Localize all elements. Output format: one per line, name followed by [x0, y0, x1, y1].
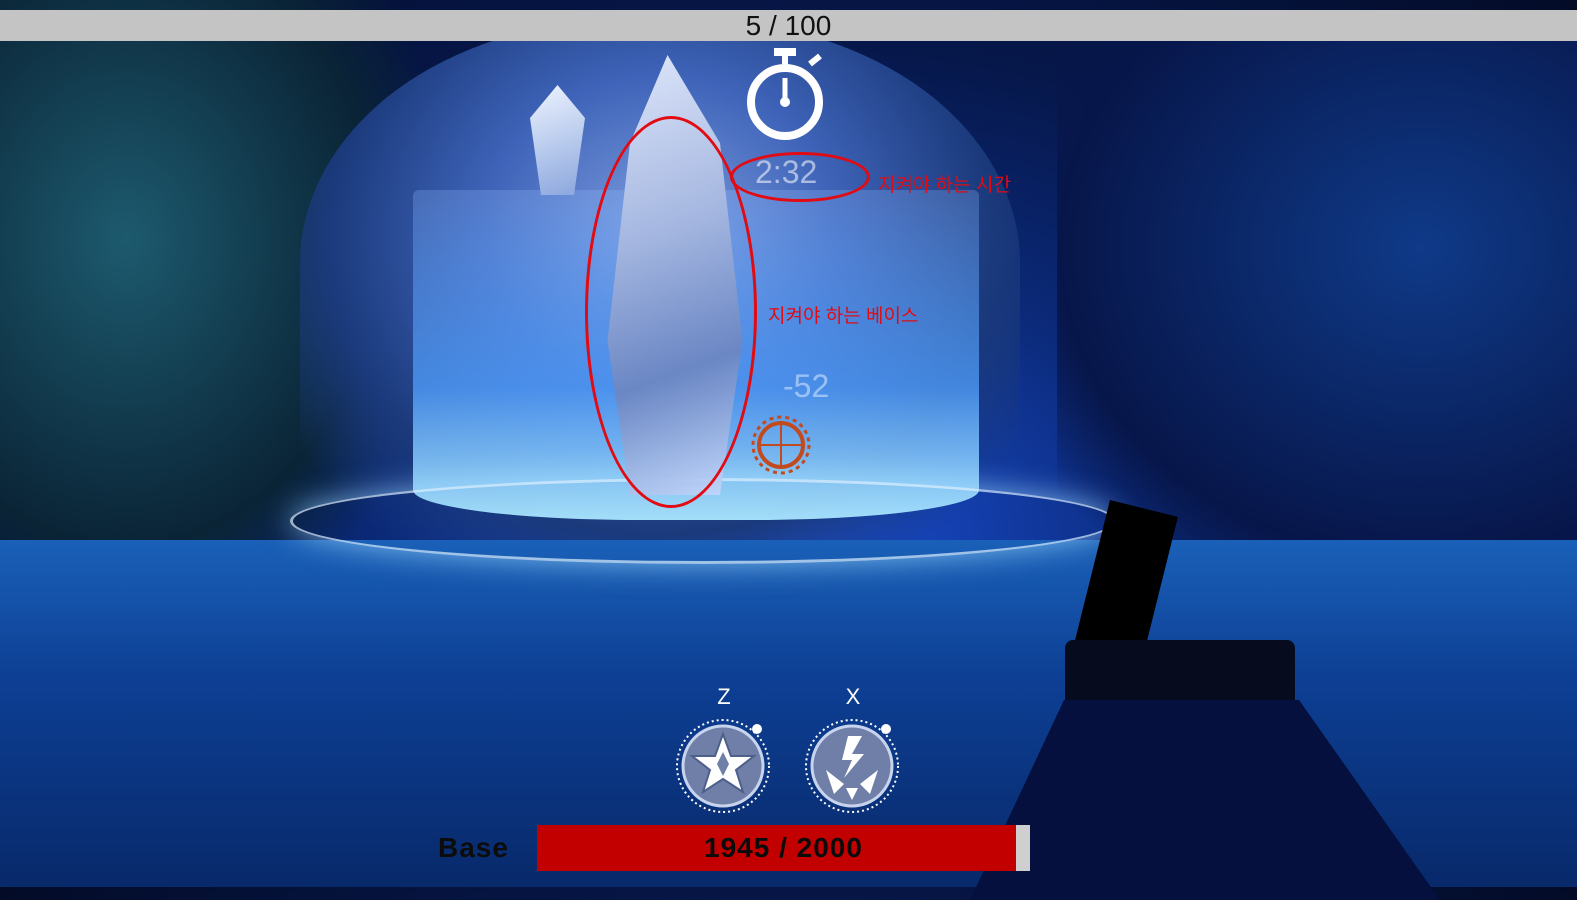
- annotation-time-ellipse: [730, 152, 870, 202]
- damage-number: -52: [783, 368, 830, 404]
- annotation-base-ellipse: [585, 116, 757, 508]
- stopwatch-icon: [747, 48, 823, 140]
- annotation-base-label: 지켜야 하는 베이스: [768, 306, 919, 327]
- weapon-grip: [970, 700, 1440, 900]
- skill-x-key: X: [845, 684, 861, 709]
- skill-z-button[interactable]: [675, 718, 771, 814]
- base-health-text: 1945 / 2000: [704, 832, 863, 863]
- base-health-bar: 1945 / 2000: [537, 825, 1030, 871]
- cave-wall-right: [1057, 40, 1577, 560]
- wave-counter: 5 / 100: [745, 9, 832, 41]
- base-health-label: Base: [438, 832, 509, 863]
- wave-progress-bar: 5 / 100: [0, 10, 1577, 41]
- skill-x-button[interactable]: [804, 718, 900, 814]
- target-reticle-icon: [751, 415, 811, 475]
- player-weapon: [970, 500, 1440, 900]
- skill-z-key: Z: [717, 684, 731, 709]
- annotation-time-label: 지켜야 하는 시간: [878, 175, 1011, 196]
